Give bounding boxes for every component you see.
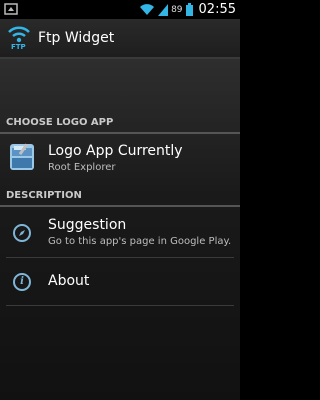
logo-app-item[interactable]: Logo App Currently Root Explorer <box>0 136 240 180</box>
logo-app-title: Logo App Currently <box>48 143 183 159</box>
suggestion-title: Suggestion <box>48 217 127 233</box>
preferences-list: CHOOSE LOGO APP Logo App Currently Root … <box>0 59 240 400</box>
section-header-description: DESCRIPTION <box>0 187 240 207</box>
section-header-logo: CHOOSE LOGO APP <box>0 114 240 134</box>
divider <box>6 257 234 258</box>
wifi-icon <box>140 3 155 15</box>
app-title: Ftp Widget <box>38 30 115 46</box>
suggestion-subtitle: Go to this app's page in Google Play. <box>48 236 232 247</box>
divider <box>6 305 234 306</box>
about-title: About <box>48 273 90 289</box>
signal-icon <box>158 3 169 16</box>
action-bar: FTP Ftp Widget <box>0 19 240 59</box>
about-item[interactable]: i About <box>0 259 240 305</box>
wifi-logo-icon <box>8 26 30 43</box>
status-bar: 89 02:55 <box>0 0 240 19</box>
compass-icon <box>13 224 31 242</box>
battery-level: 89 <box>171 4 183 15</box>
battery-icon <box>185 3 193 16</box>
clock: 02:55 <box>198 2 236 17</box>
android-debug-icon <box>4 3 18 15</box>
logo-app-subtitle: Root Explorer <box>48 162 116 173</box>
suggestion-item[interactable]: Suggestion Go to this app's page in Goog… <box>0 211 240 257</box>
app-icon-label: FTP <box>11 43 26 51</box>
app-icon[interactable]: FTP <box>6 23 32 53</box>
info-icon: i <box>13 273 31 291</box>
root-explorer-icon <box>10 143 34 170</box>
